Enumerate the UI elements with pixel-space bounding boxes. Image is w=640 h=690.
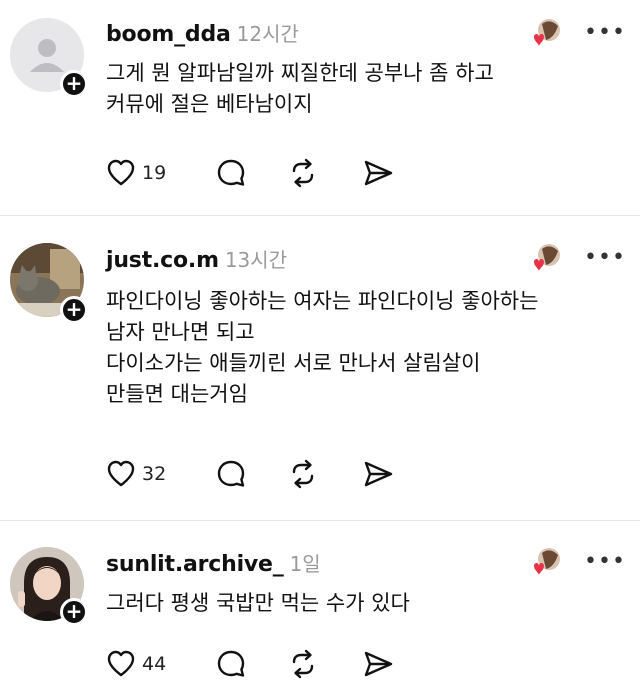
heart-outline-icon <box>107 159 135 186</box>
post-time: 1일 <box>289 552 321 576</box>
post-line: 다이소가는 애들끼린 서로 만나서 살림살이 <box>106 351 481 375</box>
more-options-button[interactable]: ••• <box>584 20 626 45</box>
post-body: 그러다 평생 국밥만 먹는 수가 있다 <box>106 588 626 619</box>
username[interactable]: just.co.m <box>106 248 219 273</box>
post-divider <box>0 215 640 216</box>
repost-button[interactable] <box>288 649 318 679</box>
post-line: 그러다 평생 국밥만 먹는 수가 있다 <box>106 591 410 615</box>
like-count: 19 <box>142 162 167 184</box>
post-header: boom_dda 12시간 <box>106 18 299 48</box>
post-body: 그게 뭔 알파남일까 찌질한데 공부나 좀 하고 커뮤에 절은 베타남이지 <box>106 58 626 120</box>
send-paper-plane-icon <box>364 461 393 487</box>
action-bar: 32 <box>106 459 426 493</box>
like-button[interactable]: 32 <box>106 459 166 489</box>
action-bar: 19 <box>106 158 426 192</box>
like-count: 32 <box>142 463 167 485</box>
follow-plus-icon[interactable]: + <box>60 70 88 98</box>
post-line: 커뮤에 절은 베타남이지 <box>106 92 313 116</box>
liker-avatar-icon <box>534 548 560 575</box>
more-options-button[interactable]: ••• <box>584 549 626 574</box>
post-line: 그게 뭔 알파남일까 찌질한데 공부나 좀 하고 <box>106 61 494 85</box>
reply-button[interactable] <box>216 649 246 679</box>
like-button[interactable]: 44 <box>106 649 166 679</box>
comment-bubble-icon <box>217 159 245 186</box>
post-header: just.co.m 13시간 <box>106 244 287 274</box>
heart-outline-icon <box>107 650 135 677</box>
share-button[interactable] <box>362 158 394 188</box>
repost-button[interactable] <box>288 459 318 489</box>
liker-avatar-icon <box>534 19 560 46</box>
post-line: 남자 만나면 되고 <box>106 320 255 344</box>
repost-arrows-icon <box>292 158 314 188</box>
share-button[interactable] <box>362 649 394 679</box>
liker-avatar[interactable] <box>530 243 560 273</box>
post-header: sunlit.archive_ 1일 <box>106 548 321 578</box>
reply-button[interactable] <box>216 158 246 188</box>
share-button[interactable] <box>362 459 394 489</box>
post-line: 파인다이닝 좋아하는 여자는 파인다이닝 좋아하는 <box>106 289 539 313</box>
post-time: 12시간 <box>236 22 299 46</box>
like-count: 44 <box>142 653 167 675</box>
liker-avatar[interactable] <box>530 547 560 577</box>
more-options-button[interactable]: ••• <box>584 245 626 270</box>
like-button[interactable]: 19 <box>106 158 166 188</box>
repost-arrows-icon <box>292 459 314 489</box>
post-line: 만들면 대는거임 <box>106 382 248 406</box>
comment-bubble-icon <box>217 650 245 677</box>
username[interactable]: sunlit.archive_ <box>106 552 284 577</box>
repost-arrows-icon <box>292 649 314 679</box>
reply-button[interactable] <box>216 459 246 489</box>
liker-avatar-icon <box>534 244 560 271</box>
heart-outline-icon <box>107 460 135 487</box>
comment-bubble-icon <box>217 460 245 487</box>
repost-button[interactable] <box>288 158 318 188</box>
action-bar: 44 <box>106 649 426 683</box>
post-time: 13시간 <box>224 248 288 272</box>
username[interactable]: boom_dda <box>106 22 231 47</box>
follow-plus-icon[interactable]: + <box>60 296 88 324</box>
liker-avatar[interactable] <box>530 18 560 48</box>
post-divider <box>0 520 640 521</box>
send-paper-plane-icon <box>364 651 393 677</box>
follow-plus-icon[interactable]: + <box>60 598 88 626</box>
send-paper-plane-icon <box>364 160 393 186</box>
post-body: 파인다이닝 좋아하는 여자는 파인다이닝 좋아하는 남자 만나면 되고 다이소가… <box>106 286 626 410</box>
